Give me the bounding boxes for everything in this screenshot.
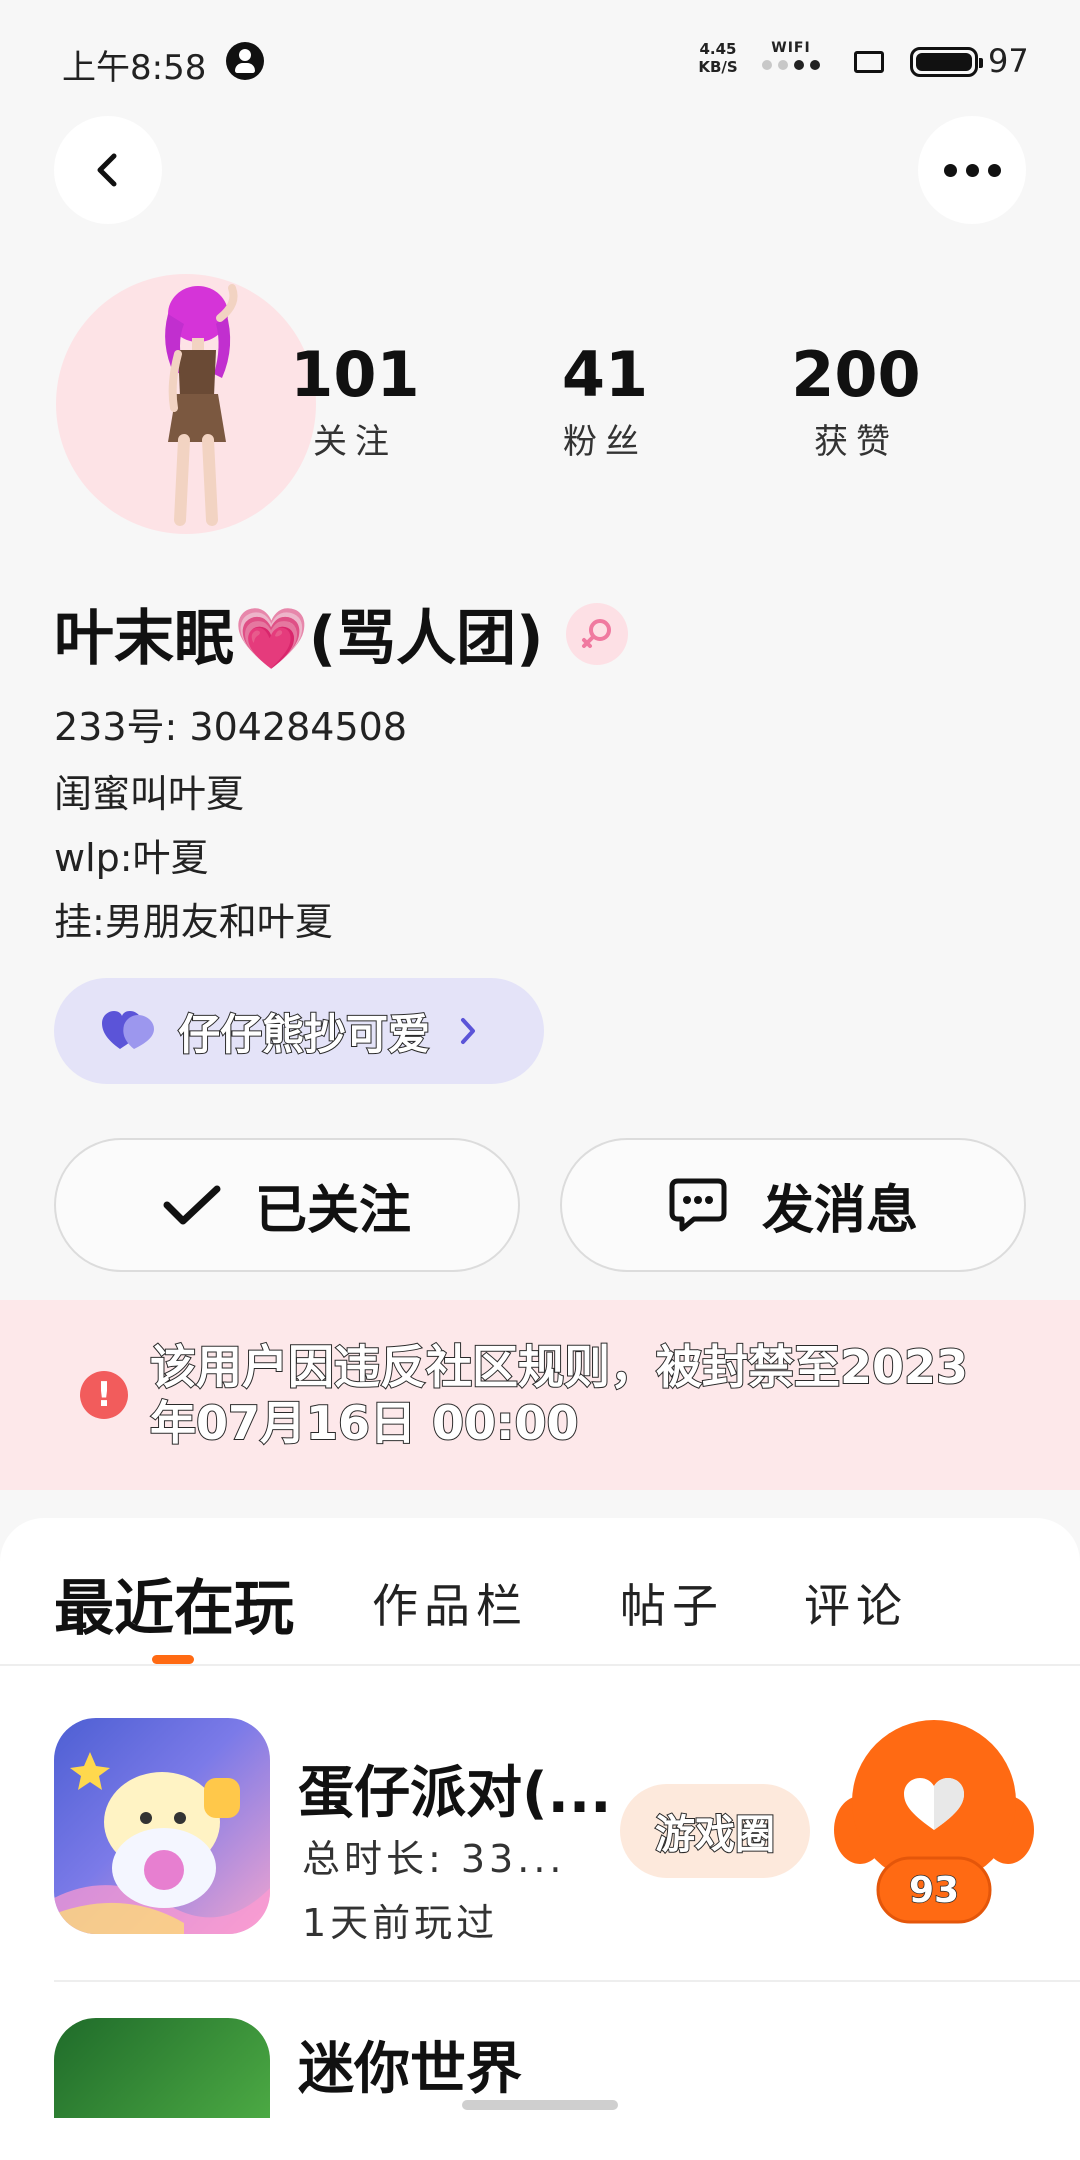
more-dots-icon	[943, 163, 1001, 177]
chevron-left-icon	[97, 153, 117, 187]
screen-icon	[854, 51, 884, 73]
active-tab-indicator	[152, 1655, 194, 1664]
following-label: 关注	[313, 422, 397, 462]
bio-line: 挂:男朋友和叶夏	[54, 900, 333, 944]
send-message-label: 发消息	[761, 1180, 918, 1241]
game-name: 迷你世界	[298, 2037, 522, 2102]
tab-comments[interactable]: 评论	[804, 1570, 908, 1636]
likes-label: 获赞	[814, 422, 898, 462]
tab-bar: 最近在玩 作品栏 帖子 评论	[0, 1518, 1080, 1666]
checkmark-icon	[163, 1185, 221, 1225]
send-message-button[interactable]: 发消息	[560, 1138, 1026, 1272]
status-time: 上午8:58	[62, 48, 207, 88]
game-total-duration: 总时长: 33...	[302, 1837, 566, 1881]
group-label: 仔仔熊抄可爱	[177, 1009, 431, 1060]
game-last-played: 1天前玩过	[302, 1901, 499, 1945]
chevron-right-icon	[461, 1018, 476, 1044]
game-name: 蛋仔派对(...	[298, 1761, 612, 1826]
followed-label: 已关注	[254, 1180, 411, 1241]
bio-line: wlp:叶夏	[54, 836, 209, 880]
like-button[interactable]: 93	[834, 1718, 1034, 1928]
fans-stat[interactable]: 41 粉丝	[505, 340, 705, 463]
game-circle-button[interactable]: 游戏圈	[620, 1784, 810, 1878]
status-bar: 上午8:58 4.45 KB/S WIFI 97	[0, 0, 1080, 120]
network-speed-value: 4.45	[699, 40, 737, 58]
likes-stat[interactable]: 200 获赞	[756, 340, 956, 463]
tab-works[interactable]: 作品栏	[372, 1570, 528, 1636]
game-circle-label: 游戏圈	[654, 1811, 776, 1859]
fans-label: 粉丝	[563, 422, 647, 462]
home-indicator[interactable]	[462, 2100, 618, 2110]
battery-icon	[910, 47, 983, 77]
game-character-image	[54, 1752, 270, 1934]
battery-level: 97	[988, 42, 1029, 80]
like-count: 93	[908, 1869, 960, 1912]
user-icon	[226, 42, 264, 80]
likes-count: 200	[791, 338, 921, 411]
tab-posts[interactable]: 帖子	[620, 1570, 724, 1636]
bio: 闺蜜叫叶夏 wlp:叶夏 挂:男朋友和叶夏	[54, 762, 333, 954]
username: 叶末眠💗(骂人团)	[54, 604, 544, 674]
chat-bubble-icon	[669, 1178, 727, 1232]
back-button[interactable]	[54, 116, 162, 224]
game-icon[interactable]	[54, 2018, 270, 2118]
wifi-icon: WIFI	[756, 40, 826, 80]
ban-notice-text: 该用户因违反社区规则，被封禁至2023年07月16日 00:00	[149, 1339, 969, 1451]
female-icon	[581, 618, 611, 648]
game-icon[interactable]	[54, 1718, 270, 1934]
network-speed-unit: KB/S	[698, 58, 738, 76]
followed-button[interactable]: 已关注	[54, 1138, 520, 1272]
tab-recently-played[interactable]: 最近在玩	[54, 1560, 294, 1647]
alert-icon: !	[80, 1371, 128, 1419]
more-button[interactable]	[918, 116, 1026, 224]
wifi-label: WIFI	[771, 40, 811, 56]
gender-badge	[565, 602, 628, 665]
account-id: 233号: 304284508	[54, 705, 408, 749]
ban-notice: ! 该用户因违反社区规则，被封禁至2023年07月16日 00:00	[0, 1300, 1080, 1490]
heart-icon	[102, 1011, 154, 1049]
network-speed: 4.45 KB/S	[690, 40, 746, 76]
fans-count: 41	[561, 338, 649, 411]
content-panel: 最近在玩 作品栏 帖子 评论 蛋仔派对(... 总时长: 33... 1天前玩过…	[0, 1518, 1080, 2160]
bio-line: 闺蜜叫叶夏	[54, 772, 245, 816]
game-list-item[interactable]: 蛋仔派对(... 总时长: 33... 1天前玩过 游戏圈 93	[54, 1718, 1080, 1945]
row-divider	[54, 1980, 1080, 1982]
following-count: 101	[290, 338, 420, 411]
username-row: 叶末眠💗(骂人团)	[54, 590, 628, 677]
following-stat[interactable]: 101 关注	[255, 340, 455, 463]
group-pill[interactable]: 仔仔熊抄可爱	[54, 978, 544, 1084]
